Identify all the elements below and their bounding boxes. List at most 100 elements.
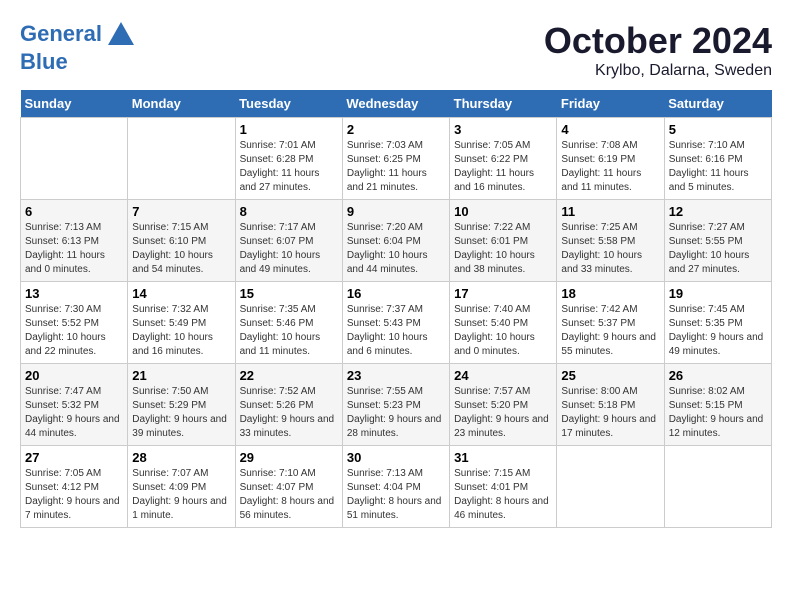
week-row-2: 6 Sunrise: 7:13 AMSunset: 6:13 PMDaylight… <box>21 200 772 282</box>
calendar-cell: 24Sunrise: 7:57 AMSunset: 5:20 PMDayligh… <box>450 364 557 446</box>
week-row-4: 20Sunrise: 7:47 AMSunset: 5:32 PMDayligh… <box>21 364 772 446</box>
daylight: Daylight: 10 hours and 54 minutes. <box>132 250 213 275</box>
sunrise: Sunrise: 7:20 AM <box>347 222 423 233</box>
sunset: Sunset: 5:29 PM <box>132 400 206 411</box>
header-day-tuesday: Tuesday <box>235 90 342 118</box>
day-info: Sunrise: 7:47 AMSunset: 5:32 PMDaylight:… <box>25 385 123 441</box>
day-number: 31 <box>454 450 552 465</box>
day-number: 1 <box>240 122 338 137</box>
sunset: Sunset: 5:55 PM <box>669 236 743 247</box>
daylight: Daylight: 10 hours and 11 minutes. <box>240 332 321 357</box>
day-info: Sunrise: 8:00 AM Sunset: 5:18 PM Daylight:… <box>561 385 659 441</box>
sunrise: Sunrise: 7:57 AM <box>454 386 530 397</box>
sunset: Sunset: 5:32 PM <box>25 400 99 411</box>
day-number: 17 <box>454 286 552 301</box>
day-number: 13 <box>25 286 123 301</box>
daylight: Daylight: 10 hours and 33 minutes. <box>561 250 642 275</box>
sunrise: Sunrise: 7:37 AM <box>347 304 423 315</box>
day-info: Sunrise: 7:20 AM Sunset: 6:04 PM Daylight:… <box>347 221 445 277</box>
calendar-cell: 13Sunrise: 7:30 AMSunset: 5:52 PMDayligh… <box>21 282 128 364</box>
sunrise: Sunrise: 7:13 AM <box>347 468 423 479</box>
calendar-cell: 14Sunrise: 7:32 AMSunset: 5:49 PMDayligh… <box>128 282 235 364</box>
daylight: Daylight: 10 hours and 44 minutes. <box>347 250 428 275</box>
day-info: Sunrise: 7:08 AMSunset: 6:19 PMDaylight:… <box>561 139 659 195</box>
daylight: Daylight: 11 hours and 16 minutes. <box>454 168 534 193</box>
daylight: Daylight: 9 hours and 17 minutes. <box>561 414 656 439</box>
calendar-cell: 15Sunrise: 7:35 AMSunset: 5:46 PMDayligh… <box>235 282 342 364</box>
sunset: Sunset: 5:49 PM <box>132 318 206 329</box>
sunrise: Sunrise: 7:42 AM <box>561 304 637 315</box>
sunset: Sunset: 5:20 PM <box>454 400 528 411</box>
sunrise: Sunrise: 7:15 AM <box>454 468 530 479</box>
sunset: Sunset: 6:04 PM <box>347 236 421 247</box>
title-block: October 2024 Krylbo, Dalarna, Sweden <box>544 20 772 80</box>
daylight: Daylight: 9 hours and 33 minutes. <box>240 414 335 439</box>
calendar-cell: 5Sunrise: 7:10 AMSunset: 6:16 PMDaylight… <box>664 118 771 200</box>
header-row: SundayMondayTuesdayWednesdayThursdayFrid… <box>21 90 772 118</box>
daylight: Daylight: 9 hours and 44 minutes. <box>25 414 120 439</box>
calendar-cell: 27Sunrise: 7:05 AMSunset: 4:12 PMDayligh… <box>21 446 128 528</box>
day-info: Sunrise: 7:37 AMSunset: 5:43 PMDaylight:… <box>347 303 445 359</box>
day-info: Sunrise: 7:15 AMSunset: 6:10 PMDaylight:… <box>132 221 230 277</box>
header-day-saturday: Saturday <box>664 90 771 118</box>
header-day-sunday: Sunday <box>21 90 128 118</box>
sunrise: Sunrise: 8:02 AM <box>669 386 745 397</box>
daylight: Daylight: 10 hours and 27 minutes. <box>669 250 750 275</box>
calendar-cell <box>557 446 664 528</box>
sunrise: Sunrise: 7:45 AM <box>669 304 745 315</box>
week-row-5: 27Sunrise: 7:05 AMSunset: 4:12 PMDayligh… <box>21 446 772 528</box>
sunrise: Sunrise: 8:00 AM <box>561 386 637 397</box>
day-number: 26 <box>669 368 767 383</box>
day-number: 23 <box>347 368 445 383</box>
day-info: Sunrise: 7:22 AMSunset: 6:01 PMDaylight:… <box>454 221 552 277</box>
sunset: Sunset: 5:37 PM <box>561 318 635 329</box>
sunset: Sunset: 6:16 PM <box>669 154 743 165</box>
header-day-wednesday: Wednesday <box>342 90 449 118</box>
sunrise: Sunrise: 7:03 AM <box>347 140 423 151</box>
calendar-cell: 3Sunrise: 7:05 AMSunset: 6:22 PMDaylight… <box>450 118 557 200</box>
calendar-cell <box>128 118 235 200</box>
sunset: Sunset: 5:26 PM <box>240 400 314 411</box>
sunset: Sunset: 5:18 PM <box>561 400 635 411</box>
calendar-cell: 19Sunrise: 7:45 AMSunset: 5:35 PMDayligh… <box>664 282 771 364</box>
day-number: 7 <box>132 204 230 219</box>
day-info: Sunrise: 7:42 AM Sunset: 5:37 PM Daylight:… <box>561 303 659 359</box>
header-day-friday: Friday <box>557 90 664 118</box>
day-info: Sunrise: 7:13 AMSunset: 6:13 PMDaylight:… <box>25 221 123 277</box>
calendar-cell: 20Sunrise: 7:47 AMSunset: 5:32 PMDayligh… <box>21 364 128 446</box>
calendar-cell: 9 Sunrise: 7:20 AM Sunset: 6:04 PM Daylight… <box>342 200 449 282</box>
sunset: Sunset: 6:01 PM <box>454 236 528 247</box>
sunrise: Sunrise: 7:07 AM <box>132 468 208 479</box>
daylight: Daylight: 10 hours and 6 minutes. <box>347 332 428 357</box>
daylight: Daylight: 9 hours and 55 minutes. <box>561 332 656 357</box>
daylight: Daylight: 9 hours and 49 minutes. <box>669 332 764 357</box>
day-number: 9 <box>347 204 445 219</box>
page-header: General Blue October 2024 Krylbo, Dalarn… <box>20 20 772 80</box>
sunset: Sunset: 4:01 PM <box>454 482 528 493</box>
sunrise: Sunrise: 7:55 AM <box>347 386 423 397</box>
day-info: Sunrise: 7:45 AM Sunset: 5:35 PM Daylight:… <box>669 303 767 359</box>
day-number: 3 <box>454 122 552 137</box>
month-title: October 2024 <box>544 20 772 62</box>
daylight: Daylight: 10 hours and 0 minutes. <box>454 332 535 357</box>
daylight: Daylight: 9 hours and 7 minutes. <box>25 496 120 521</box>
calendar-cell: 18Sunrise: 7:42 AMSunset: 5:37 PMDayligh… <box>557 282 664 364</box>
day-number: 25 <box>561 368 659 383</box>
daylight: Daylight: 11 hours and 5 minutes. <box>669 168 749 193</box>
calendar-cell: 30Sunrise: 7:13 AMSunset: 4:04 PMDayligh… <box>342 446 449 528</box>
sunset: Sunset: 4:04 PM <box>347 482 421 493</box>
sunrise: Sunrise: 7:08 AM <box>561 140 637 151</box>
calendar-cell: 29Sunrise: 7:10 AMSunset: 4:07 PMDayligh… <box>235 446 342 528</box>
day-number: 6 <box>25 204 123 219</box>
daylight: Daylight: 11 hours and 0 minutes. <box>25 250 105 275</box>
day-info: Sunrise: 7:40 AMSunset: 5:40 PMDaylight:… <box>454 303 552 359</box>
day-info: Sunrise: 7:50 AMSunset: 5:29 PMDaylight:… <box>132 385 230 441</box>
week-row-3: 13Sunrise: 7:30 AMSunset: 5:52 PMDayligh… <box>21 282 772 364</box>
sunset: Sunset: 4:07 PM <box>240 482 314 493</box>
calendar-cell: 2Sunrise: 7:03 AMSunset: 6:25 PMDaylight… <box>342 118 449 200</box>
day-number: 2 <box>347 122 445 137</box>
day-number: 14 <box>132 286 230 301</box>
sunset: Sunset: 5:35 PM <box>669 318 743 329</box>
daylight: Daylight: 10 hours and 22 minutes. <box>25 332 106 357</box>
sunrise: Sunrise: 7:13 AM <box>25 222 101 233</box>
